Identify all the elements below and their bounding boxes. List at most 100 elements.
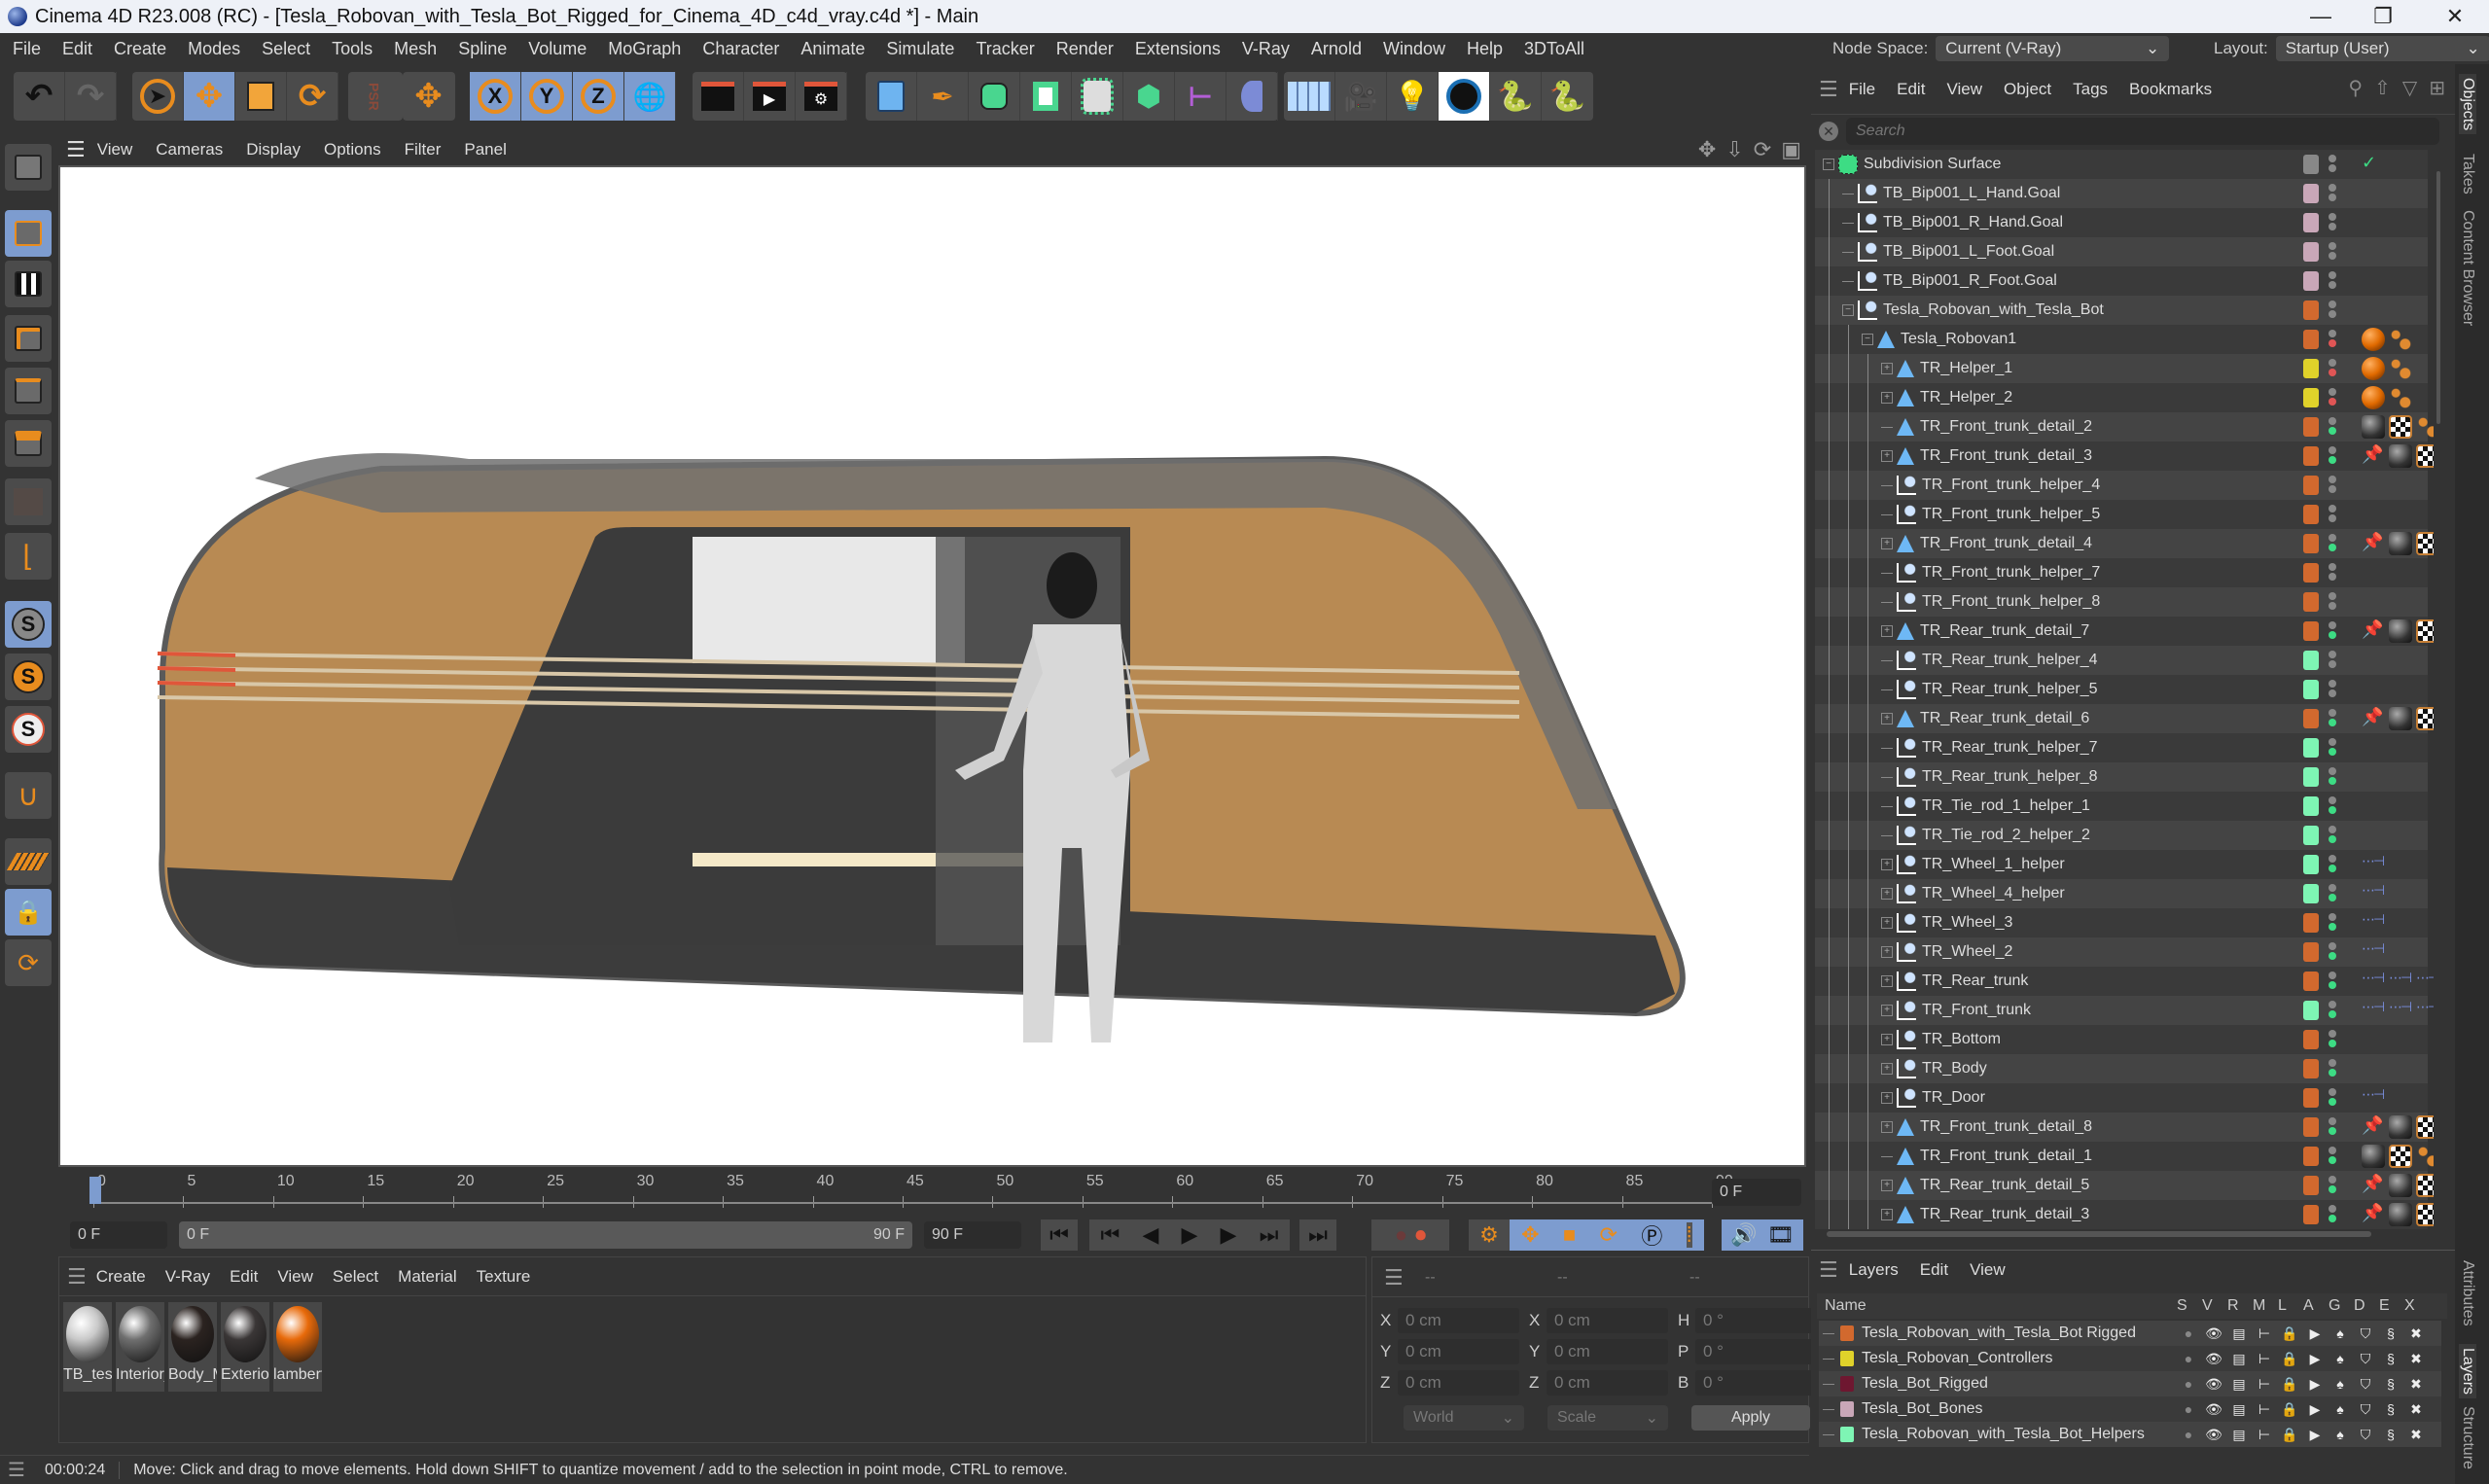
uv-mode-button[interactable] — [5, 478, 52, 525]
expand-icon[interactable]: + — [1881, 625, 1893, 637]
object-menu-item-0[interactable]: File — [1838, 80, 1886, 99]
manager-icon[interactable]: ⊢ — [2255, 1349, 2274, 1368]
solo-off-button[interactable]: S — [5, 706, 52, 753]
layer-color-swatch[interactable] — [2303, 242, 2319, 262]
mat-dark-tag-icon[interactable] — [2389, 1203, 2412, 1226]
xref-icon[interactable]: ✖ — [2406, 1399, 2426, 1419]
x-axis-lock-button[interactable]: X — [470, 72, 521, 121]
checker-tag-icon[interactable] — [2389, 1145, 2412, 1168]
visibility-dot[interactable] — [2329, 369, 2336, 376]
redo-button[interactable]: ↷ — [65, 72, 117, 121]
rotation-field[interactable]: 0 ° — [1695, 1370, 1817, 1396]
subdivision-surface-button[interactable] — [969, 72, 1020, 121]
menu-item-19[interactable]: Help — [1456, 39, 1513, 59]
menu-item-12[interactable]: Simulate — [875, 39, 965, 59]
layer-row[interactable]: Tesla_Bot_Bones ● 👁 ▤ ⊢ 🔒 ▶ ♠ ⛉ § ✖ — [1819, 1396, 2441, 1422]
visibility-dot[interactable] — [2329, 738, 2336, 746]
visibility-dots[interactable] — [2329, 853, 2336, 876]
go-to-start-button[interactable]: ⏮ — [1041, 1219, 1078, 1251]
menu-item-0[interactable]: File — [2, 39, 52, 59]
visibility-dot[interactable] — [2329, 748, 2336, 756]
z-axis-lock-button[interactable]: Z — [573, 72, 624, 121]
layer-menu-item-1[interactable]: Edit — [1909, 1260, 1959, 1280]
layer-color-swatch[interactable] — [2303, 155, 2319, 174]
menu-item-16[interactable]: V-Ray — [1231, 39, 1300, 59]
world-move-button[interactable]: ✥ — [403, 72, 454, 121]
menu-item-18[interactable]: Window — [1372, 39, 1456, 59]
object-row[interactable]: TR_Rear_trunk_helper_4 — [1815, 646, 2428, 675]
viewport-menu-item-1[interactable]: Cameras — [144, 140, 234, 159]
material-menu-item-2[interactable]: Edit — [220, 1267, 267, 1287]
expand-icon[interactable]: + — [1881, 975, 1893, 987]
previous-key-icon[interactable]: ⏮ — [1101, 1222, 1120, 1248]
object-row[interactable]: − Tesla_Robovan_with_Tesla_Bot — [1815, 296, 2428, 325]
visibility-dot[interactable] — [2329, 1176, 2336, 1184]
layer-color-swatch[interactable] — [2303, 271, 2319, 291]
material-swatch[interactable]: Body_M/ — [168, 1302, 217, 1392]
object-row[interactable]: + TR_Wheel_2 ⋯⊣ — [1815, 937, 2428, 967]
material-menu-item-1[interactable]: V-Ray — [156, 1267, 220, 1287]
visibility-dots[interactable] — [2329, 182, 2336, 205]
solo-dot-icon[interactable]: ● — [2179, 1399, 2198, 1419]
lock-icon[interactable]: 🔒 — [2280, 1425, 2299, 1444]
visibility-dot[interactable] — [2329, 1147, 2336, 1154]
material-menu-item-3[interactable]: View — [267, 1267, 323, 1287]
visibility-dot[interactable] — [2329, 602, 2336, 610]
visibility-dot[interactable] — [2329, 592, 2336, 600]
visibility-dot[interactable] — [2329, 689, 2336, 697]
visibility-dot[interactable] — [2329, 534, 2336, 542]
render-view-button[interactable] — [693, 72, 744, 121]
lock-icon[interactable]: 🔒 — [2280, 1399, 2299, 1419]
object-row[interactable]: + TR_Door ⋯⊣ — [1815, 1083, 2428, 1113]
ik-tag-icon[interactable]: ⋯⊣ — [2416, 999, 2434, 1022]
end-frame-field[interactable]: 90 F — [924, 1221, 1021, 1249]
mat-orange-tag-icon[interactable] — [2362, 357, 2385, 380]
vertex-tag-icon[interactable] — [2389, 386, 2412, 409]
size-field[interactable]: 0 cm — [1547, 1339, 1668, 1364]
visibility-dot[interactable] — [2329, 1205, 2336, 1213]
3d-viewport[interactable] — [58, 165, 1806, 1167]
object-row[interactable]: TR_Rear_trunk_helper_5 — [1815, 675, 2428, 704]
object-row[interactable]: TB_Bip001_L_Hand.Goal — [1815, 179, 2428, 208]
position-field[interactable]: 0 cm — [1398, 1370, 1519, 1396]
hamburger-menu-icon[interactable]: ☰ — [1819, 77, 1838, 102]
menu-item-14[interactable]: Render — [1046, 39, 1124, 59]
object-row[interactable]: TR_Front_trunk_detail_1 — [1815, 1142, 2434, 1171]
rotation-key-icon[interactable]: ⟳ — [1600, 1222, 1618, 1248]
scale-mode-dropdown[interactable]: Scale ⌄ — [1547, 1405, 1668, 1431]
visibility-dot[interactable] — [2329, 651, 2336, 658]
visibility-dot[interactable] — [2329, 155, 2336, 162]
y-axis-lock-button[interactable]: Y — [521, 72, 573, 121]
object-menu-item-3[interactable]: Object — [1993, 80, 2062, 99]
mat-orange-tag-icon[interactable] — [2362, 328, 2385, 351]
go-to-end-button[interactable]: ⏭ — [1299, 1219, 1336, 1251]
visibility-dot[interactable] — [2329, 981, 2336, 989]
object-row[interactable]: + TR_Bottom — [1815, 1025, 2428, 1054]
render-picture-viewer-button[interactable]: ▶ — [744, 72, 796, 121]
maximize-view-icon[interactable]: ▣ — [1781, 137, 1801, 162]
pin-tag-icon[interactable]: 📌 — [2362, 707, 2385, 730]
menu-item-7[interactable]: Spline — [447, 39, 517, 59]
expression-icon[interactable]: § — [2381, 1399, 2400, 1419]
layer-color-swatch[interactable] — [2303, 1030, 2319, 1049]
visibility-dot[interactable] — [2329, 417, 2336, 425]
visibility-dots[interactable] — [2329, 765, 2336, 789]
visibility-dot[interactable] — [2329, 1098, 2336, 1106]
object-row[interactable]: TR_Tie_rod_2_helper_2 — [1815, 821, 2428, 850]
snap-button[interactable]: ∪ — [5, 772, 52, 819]
pan-icon[interactable]: ✥ — [1698, 137, 1716, 162]
object-row[interactable]: TR_Front_trunk_helper_5 — [1815, 500, 2428, 529]
menu-item-10[interactable]: Character — [692, 39, 790, 59]
visibility-dots[interactable] — [2329, 328, 2336, 351]
layer-color-swatch[interactable] — [2303, 709, 2319, 728]
expand-icon[interactable]: + — [1881, 1005, 1893, 1016]
menu-item-13[interactable]: Tracker — [965, 39, 1045, 59]
visibility-dot[interactable] — [2329, 855, 2336, 863]
checker-tag-icon[interactable] — [2416, 1174, 2434, 1197]
pin-tag-icon[interactable]: 📌 — [2362, 444, 2385, 468]
layer-color-swatch[interactable] — [2303, 388, 2319, 407]
layer-color-swatch[interactable] — [2303, 534, 2319, 553]
layer-color-swatch[interactable] — [1840, 1427, 1854, 1442]
rotation-field[interactable]: 0 ° — [1695, 1308, 1817, 1333]
mat-dark-tag-icon[interactable] — [2389, 707, 2412, 730]
